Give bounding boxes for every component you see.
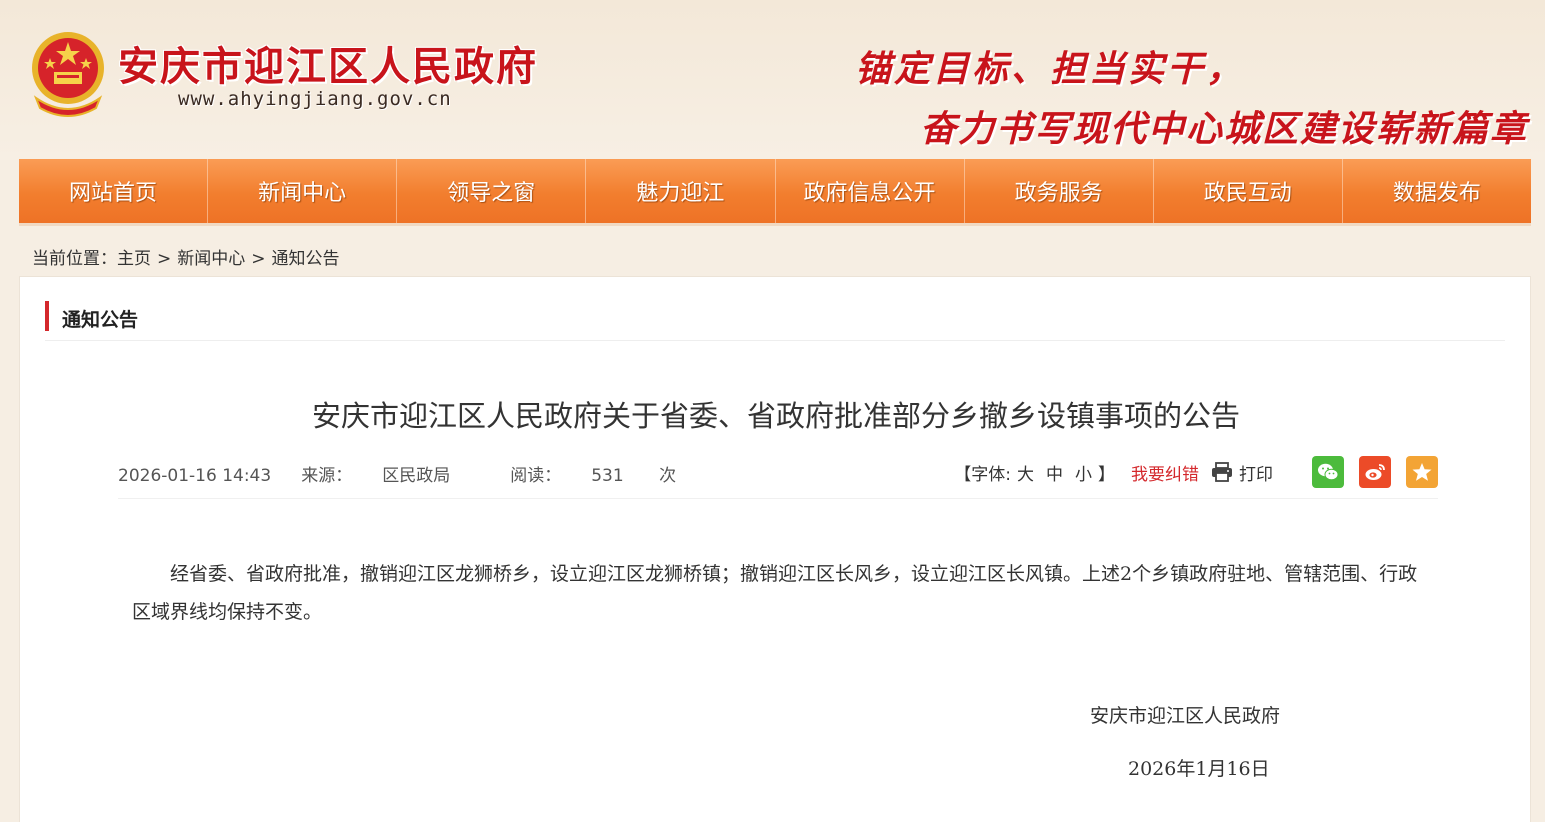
nav-item-leaders[interactable]: 领导之窗	[397, 159, 587, 223]
report-error-link[interactable]: 我要纠错	[1131, 460, 1199, 485]
print-button[interactable]: 打印	[1211, 460, 1273, 485]
nav-item-interaction[interactable]: 政民互动	[1154, 159, 1343, 223]
section-title: 通知公告	[62, 309, 139, 331]
site-header: 安庆市迎江区人民政府 www.ahyingjiang.gov.cn 锚定目标、担…	[0, 0, 1545, 160]
breadcrumb-separator: >	[251, 249, 266, 269]
share-favorite-button[interactable]	[1406, 456, 1438, 488]
views-label: 阅读：	[510, 466, 562, 486]
font-label-open: 【字体:	[954, 464, 1011, 485]
article-tools: 【字体: 大中小】 我要纠错 打印	[954, 455, 1438, 489]
nav-item-data[interactable]: 数据发布	[1343, 159, 1531, 223]
weibo-icon	[1365, 464, 1385, 480]
wechat-icon	[1318, 463, 1339, 481]
breadcrumb-separator: >	[157, 249, 172, 269]
section-accent-bar	[45, 301, 49, 331]
breadcrumb: 当前位置：主页 > 新闻中心 > 通知公告	[32, 244, 340, 269]
source-field: 来源： 区民政局	[301, 466, 480, 486]
nav-item-services[interactable]: 政务服务	[965, 159, 1154, 223]
slogan-line-1: 锚定目标、担当实干，	[855, 48, 1246, 90]
font-small-button[interactable]: 小	[1075, 465, 1092, 485]
nav-item-news[interactable]: 新闻中心	[208, 159, 398, 223]
star-icon	[1412, 463, 1432, 481]
article-signature-date: 2026年1月16日	[1128, 758, 1270, 780]
share-wechat-button[interactable]	[1312, 456, 1344, 488]
national-emblem-icon[interactable]	[26, 28, 110, 118]
printer-icon	[1212, 462, 1232, 482]
site-url: www.ahyingjiang.gov.cn	[178, 88, 452, 110]
views-count: 531	[591, 466, 624, 486]
views-unit: 次	[659, 466, 677, 486]
nav-item-home[interactable]: 网站首页	[19, 159, 209, 223]
font-label-close: 】	[1098, 464, 1115, 485]
breadcrumb-home[interactable]: 主页	[117, 249, 151, 269]
share-weibo-button[interactable]	[1359, 456, 1391, 488]
slogan-line-2: 奋力书写现代中心城区建设崭新篇章	[920, 108, 1529, 150]
print-label: 打印	[1239, 464, 1273, 485]
article-meta: 2026-01-16 14:43 来源： 区民政局 阅读： 531 次 【字体: 大中小】…	[118, 456, 1438, 499]
site-title[interactable]: 安庆市迎江区人民政府	[118, 34, 538, 92]
source-label: 来源：	[301, 466, 353, 486]
article-signature: 安庆市迎江区人民政府	[1090, 705, 1281, 727]
article-panel: 通知公告 安庆市迎江区人民政府关于省委、省政府批准部分乡撤乡设镇事项的公告 20…	[19, 276, 1531, 822]
source-value: 区民政局	[382, 466, 451, 486]
section-header: 通知公告	[45, 301, 1505, 341]
article-title: 安庆市迎江区人民政府关于省委、省政府批准部分乡撤乡设镇事项的公告	[311, 399, 1240, 433]
main-nav: 网站首页 新闻中心 领导之窗 魅力迎江 政府信息公开 政务服务 政民互动 数据发…	[19, 159, 1531, 223]
nav-item-charm[interactable]: 魅力迎江	[586, 159, 776, 223]
article-body: 经省委、省政府批准，撤销迎江区龙狮桥乡，设立迎江区龙狮桥镇；撤销迎江区长风乡，设…	[132, 563, 1418, 623]
article-meta-info: 2026-01-16 14:43 来源： 区民政局 阅读： 531 次	[118, 461, 706, 486]
breadcrumb-prefix: 当前位置：	[32, 249, 117, 269]
nav-item-gov-info[interactable]: 政府信息公开	[776, 159, 965, 223]
font-size-control: 【字体: 大中小】	[954, 460, 1115, 485]
font-medium-button[interactable]: 中	[1046, 465, 1063, 485]
views-field: 阅读： 531 次	[510, 466, 706, 486]
breadcrumb-news[interactable]: 新闻中心	[177, 249, 245, 269]
font-large-button[interactable]: 大	[1017, 465, 1034, 485]
publish-datetime: 2026-01-16 14:43	[118, 466, 272, 486]
breadcrumb-notices[interactable]: 通知公告	[272, 249, 340, 269]
